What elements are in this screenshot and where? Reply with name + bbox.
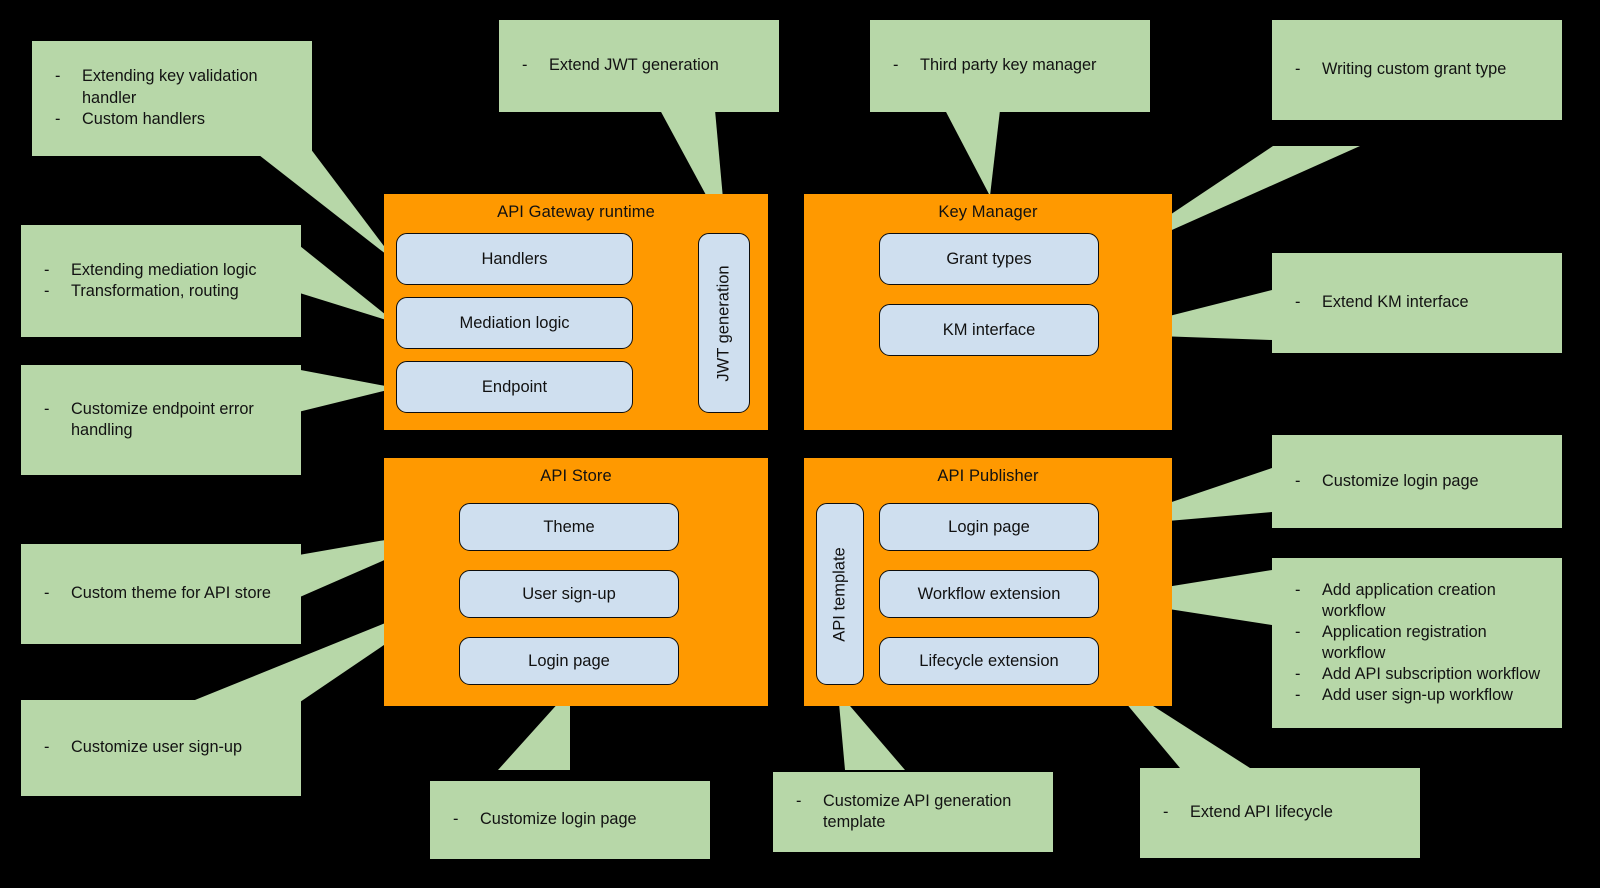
callout-item: Extending key validation handler <box>50 66 302 109</box>
callout-endpoint-error-handling: Customize endpoint error handling <box>21 365 301 475</box>
panel-title-key-manager: Key Manager <box>938 203 1038 221</box>
callout-extend-api-lifecycle: Extend API lifecycle <box>1140 768 1420 858</box>
module-label-handlers: Handlers <box>481 249 548 268</box>
module-label-mediation-logic: Mediation logic <box>459 313 570 332</box>
module-grant-types[interactable]: Grant types <box>879 233 1099 285</box>
module-lifecycle-extension[interactable]: Lifecycle extension <box>879 637 1099 685</box>
module-endpoint[interactable]: Endpoint <box>396 361 633 413</box>
callout-extend-km-interface: Extend KM interface <box>1272 253 1562 353</box>
connector-endpoint-error <box>290 368 396 414</box>
callout-extend-jwt-generation: Extend JWT generation <box>499 20 779 112</box>
callout-item: Third party key manager <box>888 55 1140 77</box>
module-label-lifecycle-extension: Lifecycle extension <box>919 651 1059 670</box>
diagram-canvas: API Gateway runtime Handlers Mediation l… <box>0 0 1600 888</box>
panel-api-store: API Store Theme User sign-up Login page <box>384 458 768 706</box>
module-handlers[interactable]: Handlers <box>396 233 633 285</box>
callout-writing-custom-grant-type: Writing custom grant type <box>1272 20 1562 120</box>
callout-third-party-key-manager: Third party key manager <box>870 20 1150 112</box>
callout-item: Extending mediation logic <box>39 260 291 282</box>
panel-api-gateway-runtime: API Gateway runtime Handlers Mediation l… <box>384 194 768 430</box>
callout-item: Extend API lifecycle <box>1158 802 1410 824</box>
callout-customize-api-generation-template: Customize API generation template <box>773 772 1053 852</box>
callout-item: Customize user sign-up <box>39 737 291 759</box>
callout-customize-store-login-page: Customize login page <box>430 781 710 859</box>
module-km-interface[interactable]: KM interface <box>879 304 1099 356</box>
module-label-user-sign-up: User sign-up <box>522 584 616 603</box>
callout-item: Custom handlers <box>50 109 302 131</box>
module-label-km-interface: KM interface <box>942 320 1036 339</box>
module-label-theme: Theme <box>543 517 595 536</box>
module-label-endpoint: Endpoint <box>481 377 548 396</box>
module-label-api-template: API template <box>830 546 849 642</box>
callout-key-validation-handler: Extending key validation handler Custom … <box>32 41 312 156</box>
module-workflow-extension[interactable]: Workflow extension <box>879 570 1099 618</box>
connector-mediation-logic <box>290 238 396 323</box>
callout-item: Extend JWT generation <box>517 55 769 77</box>
module-label-grant-types: Grant types <box>946 249 1032 268</box>
panel-key-manager: Key Manager Grant types KM interface <box>804 194 1172 430</box>
module-user-sign-up[interactable]: User sign-up <box>459 570 679 618</box>
callout-item: Customize endpoint error handling <box>39 399 291 442</box>
module-label-jwt-generation: JWT generation <box>714 264 733 382</box>
callout-item: Application registration workflow <box>1290 622 1552 664</box>
panel-title-api-gateway-runtime: API Gateway runtime <box>497 203 655 221</box>
callout-customize-publisher-login-page: Customize login page <box>1272 435 1562 528</box>
module-api-template[interactable]: API template <box>816 503 864 685</box>
callout-item: Add API subscription workflow <box>1290 664 1552 685</box>
module-mediation-logic[interactable]: Mediation logic <box>396 297 633 349</box>
module-label-store-login-page: Login page <box>528 651 610 670</box>
callout-custom-theme-api-store: Custom theme for API store <box>21 544 301 644</box>
panel-title-api-store: API Store <box>540 467 612 485</box>
callout-item: Extend KM interface <box>1290 292 1552 314</box>
callout-item: Customize API generation template <box>791 791 1043 834</box>
callout-customize-user-sign-up: Customize user sign-up <box>21 700 301 796</box>
module-publisher-login-page[interactable]: Login page <box>879 503 1099 551</box>
callout-item: Customize login page <box>1290 471 1552 493</box>
callout-item: Custom theme for API store <box>39 583 291 605</box>
panel-title-api-publisher: API Publisher <box>937 467 1039 485</box>
callout-mediation-logic-note: Extending mediation logic Transformation… <box>21 225 301 337</box>
connector-third-party-km <box>945 110 1000 196</box>
callout-workflow-extensions: Add application creation workflow Applic… <box>1272 558 1562 728</box>
module-label-publisher-login-page: Login page <box>948 517 1030 536</box>
module-theme[interactable]: Theme <box>459 503 679 551</box>
callout-item: Add user sign-up workflow <box>1290 685 1552 706</box>
callout-item: Transformation, routing <box>39 281 291 303</box>
module-store-login-page[interactable]: Login page <box>459 637 679 685</box>
callout-item: Customize login page <box>448 809 700 831</box>
callout-item: Writing custom grant type <box>1290 59 1552 81</box>
module-label-workflow-extension: Workflow extension <box>917 584 1061 603</box>
panel-api-publisher: API Publisher API template Login page Wo… <box>804 458 1172 706</box>
callout-item: Add application creation workflow <box>1290 580 1552 622</box>
module-jwt-generation[interactable]: JWT generation <box>698 233 750 413</box>
